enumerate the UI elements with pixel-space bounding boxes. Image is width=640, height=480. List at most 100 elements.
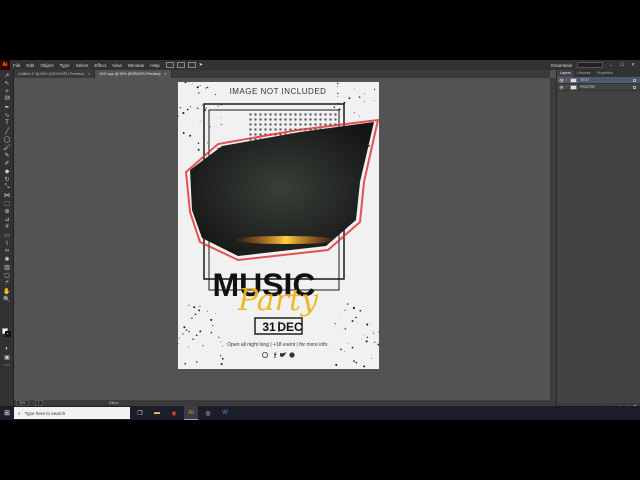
grunge-speckle bbox=[205, 108, 206, 110]
grunge-speckle bbox=[198, 92, 200, 94]
edit-toolbar-icon[interactable]: ⋯ bbox=[3, 362, 11, 369]
tab-properties[interactable]: Properties bbox=[594, 70, 616, 77]
system-tray bbox=[530, 406, 640, 420]
eyedropper-tool-icon[interactable]: ⌇ bbox=[3, 240, 11, 247]
curvature-tool-icon[interactable]: ∿ bbox=[3, 112, 11, 119]
zoom-tool-icon[interactable]: 🔍 bbox=[3, 296, 11, 303]
grunge-speckle bbox=[351, 320, 354, 323]
visibility-eye-icon[interactable]: 👁 bbox=[559, 85, 564, 90]
drawing-mode-icon[interactable]: ◐ bbox=[3, 346, 11, 352]
stock-search-input[interactable] bbox=[577, 62, 603, 68]
menu-help[interactable]: Help bbox=[147, 63, 162, 68]
direct-selection-tool-icon[interactable]: ↖ bbox=[3, 80, 11, 87]
graph-tool-icon[interactable]: ▥ bbox=[3, 264, 11, 271]
target-circle-icon[interactable] bbox=[633, 78, 636, 82]
grunge-speckle bbox=[188, 330, 190, 333]
stock-icon[interactable] bbox=[187, 62, 196, 68]
grunge-speckle bbox=[221, 357, 224, 360]
grunge-speckle bbox=[372, 331, 374, 332]
arrange-documents-icon[interactable] bbox=[165, 62, 174, 68]
perspective-grid-tool-icon[interactable]: ⊿ bbox=[3, 216, 11, 223]
layer-row-text[interactable]: 👁 › TEXT bbox=[557, 77, 640, 84]
grunge-speckle bbox=[210, 331, 213, 334]
pencil-tool-icon[interactable]: ✎ bbox=[3, 152, 11, 159]
grunge-speckle bbox=[199, 85, 201, 87]
shaper-tool-icon[interactable]: ✐ bbox=[3, 160, 11, 167]
poster-artboard[interactable]: IMAGE NOT INCLUDED MUSIC Party 31 DEC Op… bbox=[178, 82, 379, 369]
chrome-icon[interactable]: ◉ bbox=[167, 406, 181, 420]
tab-libraries[interactable]: Libraries bbox=[574, 70, 594, 77]
menu-select[interactable]: Select bbox=[73, 63, 92, 68]
close-button[interactable]: ✕ bbox=[630, 62, 636, 68]
menu-effect[interactable]: Effect bbox=[91, 63, 109, 68]
width-tool-icon[interactable]: ⋈ bbox=[3, 192, 11, 199]
lasso-tool-icon[interactable]: ᘛ bbox=[3, 96, 11, 102]
scale-tool-icon[interactable]: ⤡ bbox=[3, 184, 11, 190]
grunge-speckle bbox=[358, 96, 361, 98]
grunge-speckle bbox=[182, 112, 185, 115]
tab-layers[interactable]: Layers bbox=[557, 70, 574, 77]
workspace-switcher[interactable]: Essentials bbox=[551, 63, 572, 68]
blend-tool-icon[interactable]: ∞ bbox=[3, 248, 11, 254]
taskbar-search-input[interactable]: ⌕ Type here to search bbox=[14, 407, 130, 419]
grunge-speckle bbox=[355, 316, 357, 319]
selection-tool-icon[interactable]: ➚ bbox=[3, 72, 11, 79]
send-icon[interactable]: ➤ bbox=[199, 62, 203, 68]
stroke-swatch[interactable] bbox=[5, 331, 11, 337]
close-tab-icon[interactable]: × bbox=[88, 72, 90, 76]
magic-wand-tool-icon[interactable]: ✧ bbox=[3, 88, 11, 95]
menu-object[interactable]: Object bbox=[37, 63, 56, 68]
screen-mode-icon[interactable]: ▣ bbox=[3, 354, 11, 361]
shape-builder-tool-icon[interactable]: ⊕ bbox=[3, 208, 11, 215]
close-tab-icon[interactable]: × bbox=[164, 72, 166, 76]
grunge-speckle bbox=[210, 318, 213, 321]
menu-edit[interactable]: Edit bbox=[23, 63, 37, 68]
grunge-speckle bbox=[212, 325, 214, 327]
grunge-speckle bbox=[196, 86, 199, 89]
artboard-tool-icon[interactable]: ▢ bbox=[3, 272, 11, 279]
ellipse-tool-icon[interactable]: ◯ bbox=[3, 136, 11, 143]
type-tool-icon[interactable]: T bbox=[3, 120, 11, 126]
menu-file[interactable]: File bbox=[10, 63, 23, 68]
illustrator-icon[interactable]: Ai bbox=[184, 406, 198, 420]
grunge-speckle bbox=[182, 132, 185, 134]
mesh-tool-icon[interactable]: # bbox=[3, 224, 11, 230]
obs-icon[interactable]: ◎ bbox=[201, 406, 215, 420]
grunge-speckle bbox=[182, 333, 184, 335]
tab-label: 1917.eps @ 90% (RGB/GPU Preview) bbox=[99, 72, 161, 76]
tab-untitled[interactable]: Untitled-1* @ 85% (CMYK/GPU Preview) × bbox=[14, 70, 96, 78]
minimize-button[interactable]: – bbox=[608, 63, 614, 68]
grunge-speckle bbox=[373, 100, 375, 101]
target-circle-icon[interactable] bbox=[633, 85, 636, 89]
line-tool-icon[interactable]: ╱ bbox=[3, 128, 11, 135]
eraser-tool-icon[interactable]: ◆ bbox=[3, 168, 11, 175]
file-explorer-icon[interactable]: ▬ bbox=[150, 406, 164, 420]
menu-view[interactable]: View bbox=[109, 63, 125, 68]
pen-tool-icon[interactable]: ✒ bbox=[3, 104, 11, 111]
slice-tool-icon[interactable]: ⌿ bbox=[3, 280, 11, 286]
menu-window[interactable]: Window bbox=[125, 63, 147, 68]
expand-arrow-icon[interactable]: › bbox=[566, 78, 567, 82]
gradient-tool-icon[interactable]: ▭ bbox=[3, 232, 11, 239]
visibility-eye-icon[interactable]: 👁 bbox=[559, 78, 564, 83]
task-view-icon[interactable]: ❐ bbox=[133, 406, 147, 420]
layer-row-poster[interactable]: 👁 › POSTER bbox=[557, 84, 640, 91]
rotate-tool-icon[interactable]: ↻ bbox=[3, 176, 11, 183]
paintbrush-tool-icon[interactable]: 🖌 bbox=[3, 144, 11, 151]
grunge-speckle bbox=[357, 322, 359, 324]
maximize-button[interactable]: ☐ bbox=[619, 62, 625, 68]
windows-start-icon[interactable]: ⊞ bbox=[0, 406, 14, 420]
grunge-speckle bbox=[205, 107, 207, 109]
menu-type[interactable]: Type bbox=[57, 63, 73, 68]
tab-1917-eps[interactable]: 1917.eps @ 90% (RGB/GPU Preview) × bbox=[95, 70, 172, 78]
bridge-icon[interactable] bbox=[176, 62, 185, 68]
expand-arrow-icon[interactable]: › bbox=[566, 85, 567, 89]
layer-name: POSTER bbox=[580, 85, 595, 89]
grunge-speckle bbox=[192, 83, 194, 85]
grunge-speckle bbox=[198, 309, 201, 312]
grunge-speckle bbox=[215, 312, 216, 314]
word-icon[interactable]: W bbox=[218, 406, 232, 420]
hand-tool-icon[interactable]: ✋ bbox=[3, 288, 11, 295]
free-transform-tool-icon[interactable]: ⬚ bbox=[3, 200, 11, 207]
symbol-sprayer-tool-icon[interactable]: ✺ bbox=[3, 256, 11, 263]
